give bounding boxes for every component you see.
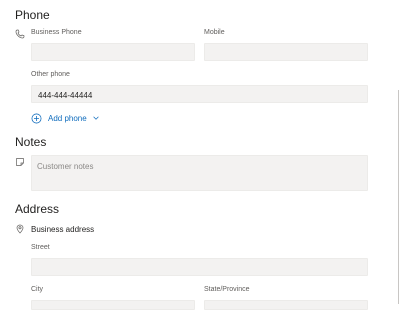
- business-address-label: Business address: [31, 225, 95, 234]
- add-phone-button[interactable]: Add phone: [31, 112, 100, 124]
- note-icon: [15, 157, 25, 167]
- other-phone-input[interactable]: 444-444-44444: [31, 85, 368, 103]
- add-circle-icon: [31, 113, 42, 124]
- state-province-input[interactable]: [204, 300, 368, 310]
- notes-textarea[interactable]: Customer notes: [31, 155, 368, 191]
- chevron-down-icon: [92, 114, 100, 122]
- city-input[interactable]: [31, 300, 195, 310]
- business-phone-input[interactable]: [31, 43, 195, 61]
- mobile-phone-input[interactable]: [204, 43, 368, 61]
- street-input[interactable]: [31, 258, 368, 276]
- address-section-title: Address: [15, 202, 60, 216]
- location-pin-icon: [15, 224, 25, 234]
- vertical-scrollbar[interactable]: [398, 90, 399, 304]
- notes-section-title: Notes: [15, 135, 47, 149]
- phone-section-title: Phone: [15, 8, 50, 22]
- other-phone-value: 444-444-44444: [38, 91, 93, 100]
- city-label: City: [31, 286, 44, 293]
- mobile-phone-value: [205, 44, 367, 54]
- state-province-label: State/Province: [204, 286, 250, 293]
- other-phone-label: Other phone: [31, 71, 70, 78]
- add-phone-label: Add phone: [48, 113, 87, 123]
- phone-icon: [15, 29, 25, 39]
- notes-placeholder: Customer notes: [37, 162, 94, 171]
- business-phone-value: [32, 44, 194, 54]
- street-label: Street: [31, 244, 50, 251]
- business-phone-label: Business Phone: [31, 29, 82, 36]
- mobile-phone-label: Mobile: [204, 29, 225, 36]
